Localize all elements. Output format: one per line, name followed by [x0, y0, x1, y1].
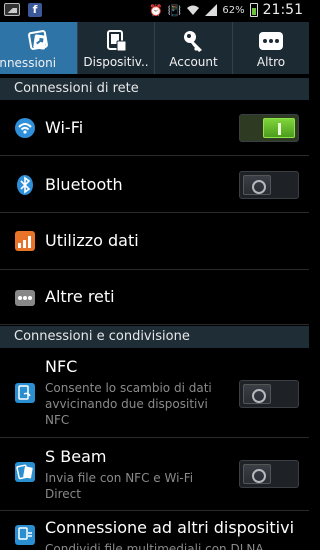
tab-label: onnessioni: [0, 56, 57, 70]
toggle-knob: [243, 464, 271, 484]
status-bar: f ⏰ 📳 62% 21:51: [0, 0, 309, 22]
tab-label: Account: [169, 55, 218, 69]
device-icon: [103, 29, 129, 53]
nfc-label: NFC: [45, 357, 78, 376]
alarm-icon: ⏰: [149, 3, 163, 17]
toggle-knob: [263, 118, 295, 138]
bluetooth-icon: [14, 174, 36, 196]
tab-label: Altro: [256, 55, 286, 69]
list-item-other-networks[interactable]: Altre reti: [0, 271, 309, 325]
other-devices-label: Connessione ad altri dispositivi: [45, 518, 295, 537]
settings-tab-bar: onnessioni Dispositiv.. Account: [0, 22, 309, 74]
section-header-network: Connessioni di rete: [0, 78, 309, 100]
tab-more[interactable]: Altro: [233, 22, 309, 74]
s-beam-description: Invia file con NFC e Wi-Fi Direct: [45, 471, 194, 501]
s-beam-label: S Beam: [45, 447, 107, 466]
s-beam-icon: [14, 461, 36, 483]
s-beam-toggle[interactable]: [239, 460, 299, 488]
list-item-nfc[interactable]: NFC Consente lo scambio di dati avvicina…: [0, 349, 309, 438]
nfc-toggle[interactable]: [239, 380, 299, 408]
toggle-knob: [243, 175, 271, 195]
section-header-sharing: Connessioni e condivisione: [0, 326, 309, 348]
battery-icon: [249, 3, 258, 17]
toggle-knob: [243, 384, 271, 404]
wifi-toggle[interactable]: [239, 114, 299, 142]
data-usage-icon: [14, 230, 36, 252]
list-item-wifi[interactable]: Wi-Fi: [0, 100, 309, 156]
wifi-label: Wi-Fi: [45, 118, 84, 137]
battery-percent: 62%: [222, 4, 245, 16]
list-item-bluetooth[interactable]: Bluetooth: [0, 157, 309, 213]
clock: 21:51: [262, 2, 303, 18]
other-devices-icon: [14, 524, 36, 546]
nfc-description: Consente lo scambio di dati avvicinando …: [45, 381, 212, 427]
nfc-icon: [14, 382, 36, 404]
connections-icon: [26, 29, 52, 53]
wifi-icon: [14, 117, 36, 139]
list-item-s-beam[interactable]: S Beam Invia file con NFC e Wi-Fi Direct: [0, 439, 309, 511]
other-networks-label: Altre reti: [45, 287, 115, 306]
wifi-signal-icon: [187, 5, 200, 15]
list-item-other-devices[interactable]: Connessione ad altri dispositivi Condivi…: [0, 512, 309, 550]
tab-connections[interactable]: onnessioni: [0, 22, 78, 74]
cell-signal-icon: [205, 4, 218, 16]
list-item-data-usage[interactable]: Utilizzo dati: [0, 214, 309, 270]
more-networks-icon: [14, 287, 36, 309]
data-usage-label: Utilizzo dati: [45, 231, 139, 250]
facebook-icon: f: [28, 3, 42, 17]
tab-label: Dispositiv..: [83, 55, 149, 69]
key-icon: [181, 29, 207, 53]
bluetooth-label: Bluetooth: [45, 175, 123, 194]
image-icon: [4, 3, 20, 16]
tab-devices[interactable]: Dispositiv..: [78, 22, 155, 74]
tab-account[interactable]: Account: [155, 22, 233, 74]
more-icon: [258, 29, 284, 53]
bluetooth-toggle[interactable]: [239, 171, 299, 199]
other-devices-description: Condividi file multimediali con DLNA: [45, 542, 264, 550]
vibrate-icon: 📳: [167, 3, 182, 17]
